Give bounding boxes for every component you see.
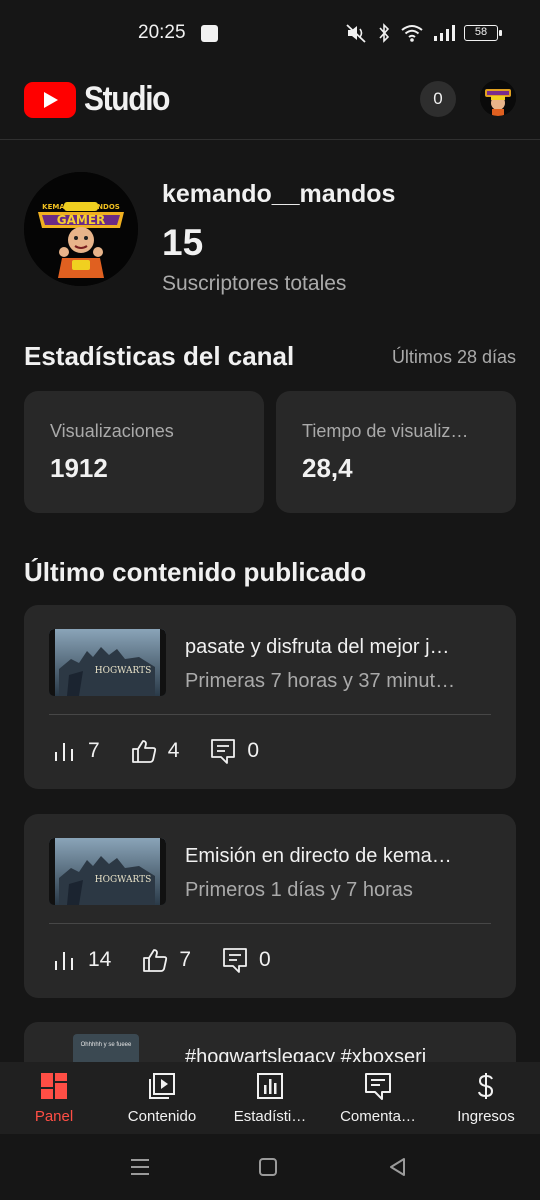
video-period: Primeros 1 días y 7 horas <box>185 879 413 901</box>
nav-label: Estadísti… <box>233 1108 307 1125</box>
channel-avatar[interactable]: KEMANDO MANDOS GAMER <box>24 172 138 286</box>
views-stat-label: Visualizaciones <box>50 421 174 441</box>
notification-square-icon <box>201 25 218 42</box>
channel-name: kemando__mandos <box>162 180 396 208</box>
bar-chart-icon <box>55 952 73 970</box>
logo-text: Studio <box>84 80 170 118</box>
views-count: 14 <box>88 948 112 971</box>
video-thumbnail: HOGWARTS <box>49 629 166 696</box>
thumb-title-text: HOGWARTS <box>95 875 152 885</box>
hogwarts-thumbnail-icon: HOGWARTS <box>49 838 166 905</box>
menu-icon[interactable] <box>130 1156 150 1178</box>
dashboard-icon <box>41 1073 67 1099</box>
video-title: Emisión en directo de kema… <box>185 845 452 867</box>
signal-icon <box>434 25 455 41</box>
comments-metric: 0 <box>209 737 259 765</box>
channel-logo-icon: KEMANDO MANDOS GAMER <box>24 172 138 286</box>
youtube-play-icon <box>24 81 76 118</box>
divider <box>49 714 491 715</box>
stats-range: Últimos 28 días <box>391 347 516 367</box>
nav-label: Contenido <box>127 1108 197 1125</box>
bar-chart-icon <box>55 743 73 761</box>
comments-metric: 0 <box>221 946 271 974</box>
home-icon[interactable] <box>258 1156 278 1178</box>
thumb-title-text: HOGWARTS <box>95 666 152 676</box>
status-time: 20:25 <box>138 22 186 43</box>
thumbs-up-icon <box>131 740 156 763</box>
nav-label: Panel <box>34 1108 74 1125</box>
avatar-main-text: GAMER <box>57 213 106 227</box>
likes-count: 7 <box>179 948 192 971</box>
video-metrics: 7 4 0 <box>52 735 289 767</box>
nav-content[interactable]: Contenido <box>108 1062 216 1134</box>
nav-label: Comenta… <box>340 1108 416 1125</box>
analytics-icon <box>257 1073 283 1099</box>
views-metric: 7 <box>52 739 100 763</box>
video-thumbnail: HOGWARTS <box>49 838 166 905</box>
youtube-studio-logo[interactable]: Studio <box>24 80 181 119</box>
views-stat-value: 1912 <box>50 453 108 483</box>
comments-count: 0 <box>247 739 260 762</box>
hogwarts-thumbnail-icon: HOGWARTS <box>49 629 166 696</box>
earn-icon <box>478 1073 494 1099</box>
likes-metric: 4 <box>130 737 180 765</box>
video-card[interactable]: HOGWARTS Emisión en directo de kema… Pri… <box>24 814 516 998</box>
likes-count: 4 <box>167 739 180 762</box>
comment-icon <box>211 739 236 764</box>
nav-label: Ingresos <box>457 1108 515 1125</box>
subscriber-count: 15 <box>162 222 204 263</box>
wifi-icon <box>401 25 423 42</box>
watch-time-stat-label: Tiempo de visualiz… <box>302 421 469 441</box>
video-card[interactable]: HOGWARTS pasate y disfruta del mejor j… … <box>24 605 516 789</box>
system-navigation-bar <box>0 1134 540 1200</box>
nav-dashboard[interactable]: Panel <box>0 1062 108 1134</box>
comments-icon <box>365 1073 391 1100</box>
video-metrics: 14 7 0 <box>52 944 301 976</box>
comments-count: 0 <box>259 948 271 971</box>
watch-time-stat-card[interactable]: Tiempo de visualiz… 28,4 <box>276 391 516 513</box>
nav-earn[interactable]: Ingresos <box>432 1062 540 1134</box>
thumbs-up-icon <box>143 949 168 972</box>
divider <box>49 923 491 924</box>
comment-icon <box>223 948 247 973</box>
views-metric: 14 <box>52 948 111 972</box>
account-avatar[interactable] <box>480 80 516 116</box>
content-icon <box>149 1073 175 1099</box>
notifications-button[interactable]: 0 <box>420 81 456 117</box>
views-stat-card[interactable]: Visualizaciones 1912 <box>24 391 264 513</box>
battery-icon: 58 <box>464 25 502 41</box>
status-icons: 58 <box>344 20 502 46</box>
video-title: pasate y disfruta del mejor j… <box>185 636 450 658</box>
bluetooth-icon <box>379 23 390 43</box>
app-bar: Studio 0 <box>0 66 540 140</box>
back-icon[interactable] <box>388 1156 408 1178</box>
nav-comments[interactable]: Comenta… <box>324 1062 432 1134</box>
likes-metric: 7 <box>141 946 191 974</box>
views-count: 7 <box>88 739 100 762</box>
subscriber-label: Suscriptores totales <box>162 272 347 295</box>
avatar-image-icon <box>480 80 516 116</box>
latest-content-title: Último contenido publicado <box>24 557 367 587</box>
video-period: Primeras 7 horas y 37 minut… <box>185 670 456 692</box>
channel-stats-title: Estadísticas del canal <box>24 341 295 371</box>
watch-time-stat-value: 28,4 <box>302 453 353 483</box>
status-bar: 20:25 58 <box>0 0 540 66</box>
nav-analytics[interactable]: Estadísti… <box>216 1062 324 1134</box>
bottom-navigation: Panel Contenido Estadísti… Comenta… Ingr… <box>0 1062 540 1134</box>
mute-vibrate-icon <box>346 24 366 43</box>
